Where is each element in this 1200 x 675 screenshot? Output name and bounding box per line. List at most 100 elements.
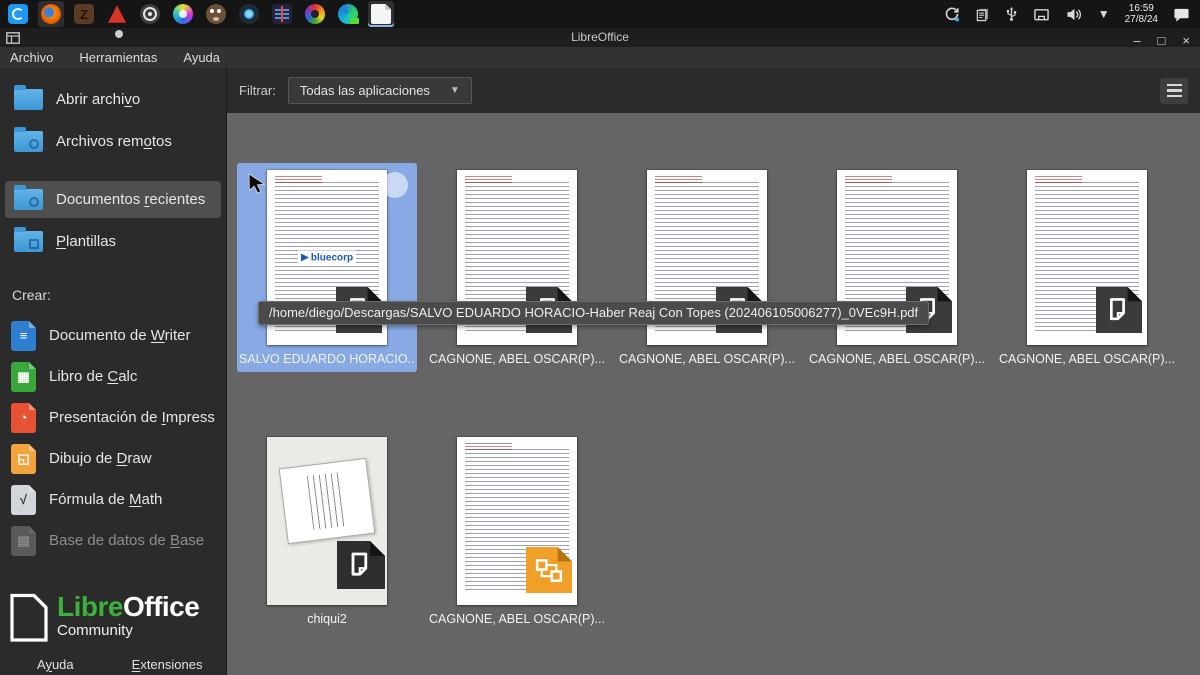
base-doc-icon: ▤ [11,526,36,556]
recent-doc-cagnone-2[interactable]: CAGNONE, ABEL OSCAR(P)... [617,163,797,366]
doc-title: chiqui2 [307,612,347,626]
window-titlebar: LibreOffice – □ × [0,28,1200,47]
create-item-label: Fórmula de Math [49,491,162,508]
recent-doc-cagnone-5[interactable]: CAGNONE, ABEL OSCAR(P)... [427,430,607,626]
notifications-icon[interactable] [1173,7,1190,22]
sidebar: Abrir archivo Archivos remotos Documento… [0,68,227,675]
main-area: Filtrar: Todas las aplicaciones ▼ blueco… [227,68,1200,675]
sidebar-footer: Ayuda Extensiones [0,657,226,672]
filter-bar: Filtrar: Todas las aplicaciones ▼ [227,68,1200,113]
window-title: LibreOffice [0,30,1200,44]
filter-label: Filtrar: [239,83,276,98]
create-draw[interactable]: ◱ Dibujo de Draw [0,438,226,479]
templates-folder-icon [14,231,43,252]
recent-doc-salvo[interactable]: bluecorp SALVO EDUARDO HORACIO... [237,163,417,372]
create-calc[interactable]: ▦ Libro de Calc [0,356,226,397]
remote-folder-icon [14,131,43,152]
minimize-button[interactable]: – [1133,34,1140,47]
recent-doc-cagnone-1[interactable]: CAGNONE, ABEL OSCAR(P)... [427,163,607,366]
create-item-label: Base de datos de Base [49,532,204,549]
menu-herramientas[interactable]: Herramientas [79,50,157,65]
taskbar [0,1,394,27]
gimp-icon[interactable] [203,1,229,27]
create-item-label: Documento de Writer [49,327,190,344]
extensions-link[interactable]: Extensiones [132,657,203,672]
sidebar-item-label: Documentos recientes [56,191,205,208]
libreoffice-document-icon [9,593,49,643]
sidebar-item-archivos-remotos[interactable]: Archivos remotos [5,123,221,160]
draw-doc-icon: ◱ [11,444,36,474]
sidebar-item-label: Abrir archivo [56,91,140,108]
impress-doc-icon: ◔ [11,403,36,433]
hamburger-menu-button[interactable] [1160,78,1188,104]
logo-libre: Libre [57,591,123,622]
calc-doc-icon: ▦ [11,362,36,392]
media-player-icon[interactable] [236,1,262,27]
sidebar-item-plantillas[interactable]: Plantillas [5,223,221,260]
libreoffice-taskbar-icon[interactable] [368,1,394,27]
filter-dropdown[interactable]: Todas las aplicaciones ▼ [288,77,472,104]
window-controls: – □ × [1133,34,1190,47]
maximize-button[interactable]: □ [1158,34,1166,47]
doc-thumbnail [267,437,387,605]
firefox-task-indicator [115,30,123,38]
recent-doc-cagnone-4[interactable]: CAGNONE, ABEL OSCAR(P)... [997,163,1177,366]
pin-button[interactable] [382,172,408,198]
sidebar-item-abrir-archivo[interactable]: Abrir archivo [5,81,221,118]
logo-office: Office [123,591,199,622]
doc-title: CAGNONE, ABEL OSCAR(P)... [429,352,605,366]
clock[interactable]: 16:59 27/8/24 [1125,3,1158,25]
file-path-tooltip: /home/diego/Descargas/SALVO EDUARDO HORA… [258,301,929,325]
volume-icon[interactable] [1065,7,1083,22]
tray-expand-icon[interactable]: ▼ [1098,7,1110,21]
usb-icon[interactable] [1005,6,1018,22]
sidebar-item-label: Plantillas [56,233,116,250]
recent-folder-icon [14,189,43,210]
doc-title: CAGNONE, ABEL OSCAR(P)... [619,352,795,366]
sidebar-item-label: Archivos remotos [56,133,172,150]
photo-editor-icon[interactable] [269,1,295,27]
create-impress[interactable]: ◔ Presentación de Impress [0,397,226,438]
help-link[interactable]: Ayuda [37,657,74,672]
recent-doc-chiqui2[interactable]: chiqui2 [237,430,417,626]
updates-icon[interactable] [944,6,960,22]
edge-icon[interactable] [335,1,361,27]
firefox-icon[interactable] [38,1,64,27]
create-writer[interactable]: ≡ Documento de Writer [0,315,226,356]
create-math[interactable]: √ Fórmula de Math [0,479,226,520]
clock-time: 16:59 [1125,3,1158,14]
clock-date: 27/8/24 [1125,14,1158,25]
libreoffice-logo: LibreOffice Community [9,593,199,643]
freetube-icon[interactable] [170,1,196,27]
doc-thumbnail [1027,170,1147,345]
recent-documents-grid: bluecorp SALVO EDUARDO HORACIO... [227,113,1200,675]
menu-ayuda[interactable]: Ayuda [183,50,220,65]
doc-thumbnail [457,437,577,605]
menu-archivo[interactable]: Archivo [10,50,53,65]
darktable-icon[interactable] [302,1,328,27]
zed-icon[interactable] [71,1,97,27]
filter-value: Todas las aplicaciones [300,83,430,98]
create-base: ▤ Base de datos de Base [0,520,226,561]
desktop-screen: ▼ 16:59 27/8/24 LibreOffice – □ × Archiv… [0,0,1200,675]
open-folder-icon [14,89,43,110]
recent-doc-cagnone-3[interactable]: CAGNONE, ABEL OSCAR(P)... [807,163,987,366]
system-tray: ▼ 16:59 27/8/24 [944,3,1200,25]
close-button[interactable]: × [1182,34,1190,47]
mouse-cursor [245,171,269,195]
network-icon[interactable] [1033,7,1050,22]
create-item-label: Dibujo de Draw [49,450,152,467]
clipboard-icon[interactable] [975,7,990,22]
writer-doc-icon: ≡ [11,321,36,351]
obs-icon[interactable] [137,1,163,27]
doc-title: SALVO EDUARDO HORACIO... [239,352,415,366]
doc-title: CAGNONE, ABEL OSCAR(P)... [809,352,985,366]
sidebar-item-documentos-recientes[interactable]: Documentos recientes [5,181,221,218]
pdf-badge-icon [1096,287,1142,333]
menubar: Archivo Herramientas Ayuda [0,47,1200,68]
doc-title: CAGNONE, ABEL OSCAR(P)... [429,612,605,626]
prism-icon[interactable] [104,1,130,27]
bluecorp-logo: bluecorp [298,250,356,265]
create-item-label: Presentación de Impress [49,409,215,426]
app-launcher-icon[interactable] [5,1,31,27]
